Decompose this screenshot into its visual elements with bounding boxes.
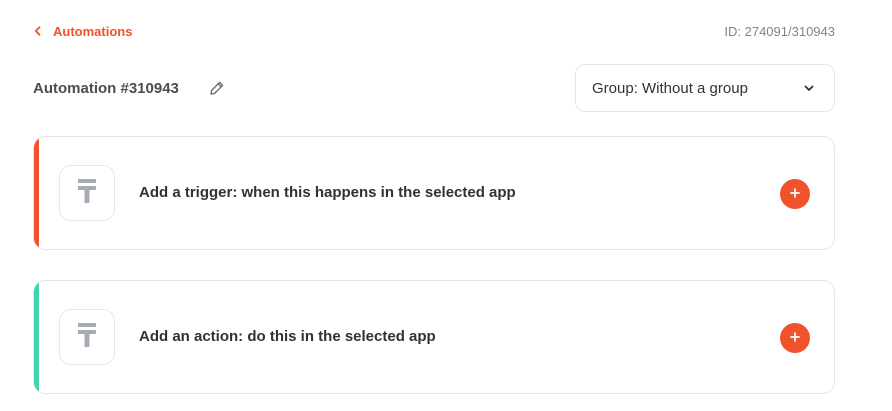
back-link[interactable]: Automations <box>34 22 132 40</box>
back-link-label: Automations <box>53 23 133 39</box>
action-step-label: Add an action: do this in the selected a… <box>139 328 436 345</box>
add-trigger-button[interactable] <box>780 179 810 209</box>
trigger-app-tile[interactable] <box>59 165 115 221</box>
pencil-icon[interactable] <box>209 80 225 96</box>
app-placeholder-icon <box>77 178 97 209</box>
trigger-step-label: Add a trigger: when this happens in the … <box>139 184 516 201</box>
app-placeholder-icon <box>77 322 97 353</box>
action-step-card[interactable]: Add an action: do this in the selected a… <box>33 280 835 394</box>
trigger-accent-bar <box>34 137 39 249</box>
action-app-tile[interactable] <box>59 309 115 365</box>
plus-icon <box>790 185 800 203</box>
page-title: Automation #310943 <box>33 79 179 97</box>
group-select[interactable]: Group: Without a group <box>575 64 835 112</box>
add-action-button[interactable] <box>780 323 810 353</box>
chevron-down-icon <box>804 79 814 97</box>
automation-editor: Automations ID: 274091/310943 Automation… <box>0 0 892 411</box>
title-row: Automation #310943 <box>33 78 225 98</box>
trigger-step-card[interactable]: Add a trigger: when this happens in the … <box>33 136 835 250</box>
automation-id: ID: 274091/310943 <box>724 24 835 39</box>
chevron-left-icon <box>34 26 41 36</box>
plus-icon <box>790 329 800 347</box>
group-select-value: Group: Without a group <box>592 79 748 97</box>
action-accent-bar <box>34 281 39 393</box>
